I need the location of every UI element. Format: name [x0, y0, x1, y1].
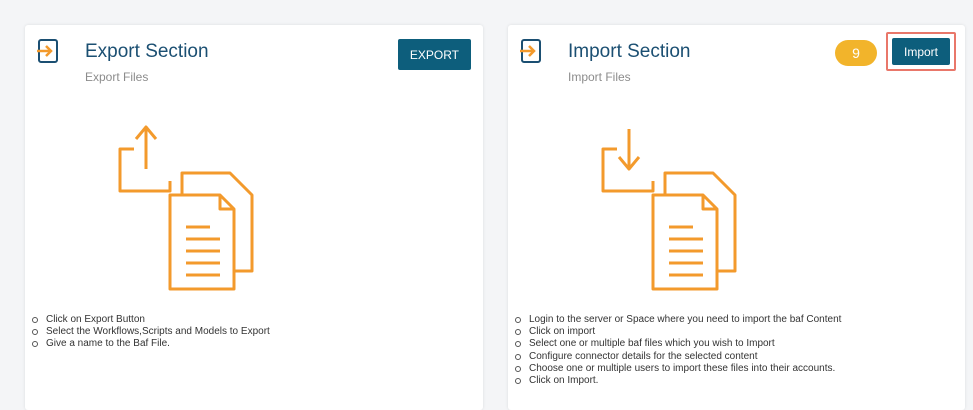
import-icon [520, 39, 541, 63]
list-item: Select the Workflows,Scripts and Models … [32, 326, 270, 338]
import-section-title: Import Section [568, 41, 691, 62]
import-section-card: Import Section Import Files 9 Import Log… [508, 25, 965, 410]
export-steps-list: Click on Export Button Select the Workfl… [25, 314, 270, 351]
step-badge: 9 [835, 40, 877, 66]
list-item: Select one or multiple baf files which y… [514, 338, 841, 350]
export-button[interactable]: EXPORT [397, 39, 471, 70]
export-section-card: Export Section Export Files EXPORT Click… [25, 25, 483, 410]
list-item: Give a name to the Baf File. [32, 338, 270, 350]
import-section-subtitle: Import Files [568, 70, 631, 84]
list-item: Choose one or multiple users to import t… [514, 363, 841, 375]
list-item: Configure connector details for the sele… [514, 351, 841, 363]
download-documents-illustration [601, 129, 737, 291]
list-item: Login to the server or Space where you n… [514, 314, 842, 325]
export-section-subtitle: Export Files [85, 70, 149, 84]
import-steps-list: Login to the server or Space where you n… [508, 314, 841, 387]
import-button[interactable]: Import [891, 38, 950, 65]
export-icon [37, 39, 58, 63]
export-section-title: Export Section [85, 41, 209, 62]
upload-documents-illustration [118, 125, 254, 291]
list-item: Click on import [514, 326, 841, 338]
import-button-highlight: Import [885, 32, 956, 71]
list-item: Click on Import. [514, 375, 841, 387]
list-item: Click on Export Button [32, 314, 270, 326]
